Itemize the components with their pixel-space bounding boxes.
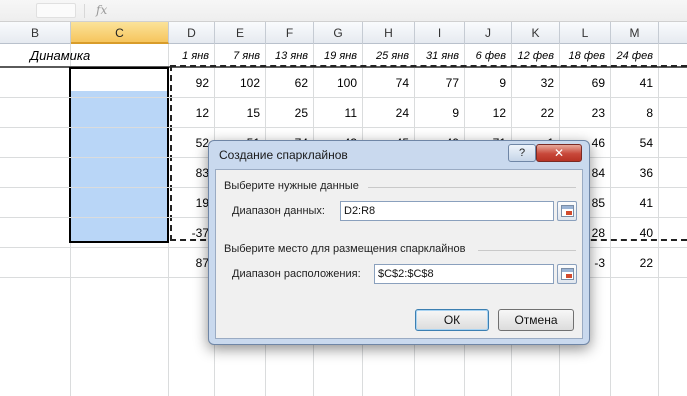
range-select-icon bbox=[561, 268, 574, 280]
column-header-g[interactable]: G bbox=[314, 22, 363, 44]
data-cell[interactable]: 41 bbox=[611, 68, 659, 98]
data-group-label: Выберите нужные данные bbox=[224, 180, 359, 192]
column-header-b[interactable]: B bbox=[0, 22, 71, 44]
formula-bar: fx bbox=[0, 0, 687, 22]
data-cell[interactable]: 92 bbox=[171, 68, 215, 98]
column-header-f[interactable]: F bbox=[266, 22, 314, 44]
range-select-icon bbox=[561, 205, 574, 217]
close-button[interactable]: ✕ bbox=[536, 144, 582, 162]
data-cell[interactable]: 23 bbox=[560, 98, 611, 128]
ok-button[interactable]: ОК bbox=[415, 309, 489, 331]
data-cell[interactable]: 12 bbox=[465, 98, 512, 128]
column-headers: B C D E F G H I J K L M bbox=[0, 22, 687, 44]
data-cell[interactable]: 9 bbox=[465, 68, 512, 98]
data-cell[interactable]: 9 bbox=[415, 98, 465, 128]
data-cell[interactable]: 8 bbox=[611, 98, 659, 128]
column-header-j[interactable]: J bbox=[465, 22, 512, 44]
data-cell[interactable]: 54 bbox=[611, 128, 659, 158]
location-range-ref-button[interactable] bbox=[557, 264, 577, 284]
location-range-input[interactable] bbox=[374, 264, 554, 284]
data-cell[interactable]: 36 bbox=[611, 158, 659, 188]
column-header-m[interactable]: M bbox=[611, 22, 659, 44]
data-range-ref-button[interactable] bbox=[557, 201, 577, 221]
data-cell[interactable]: 62 bbox=[266, 68, 314, 98]
cancel-button[interactable]: Отмена bbox=[498, 309, 574, 331]
data-cell[interactable]: 77 bbox=[415, 68, 465, 98]
location-range-label: Диапазон расположения: bbox=[232, 268, 361, 280]
column-header-h[interactable]: H bbox=[363, 22, 415, 44]
name-box[interactable] bbox=[36, 3, 76, 18]
fx-icon[interactable]: fx bbox=[96, 3, 107, 17]
table-row: 12 15 25 11 24 9 12 22 23 8 bbox=[0, 98, 687, 128]
help-button[interactable]: ? bbox=[508, 144, 536, 162]
data-cell[interactable]: 24 bbox=[363, 98, 415, 128]
column-header-e[interactable]: E bbox=[215, 22, 266, 44]
data-cell[interactable]: 100 bbox=[314, 68, 363, 98]
data-cell[interactable]: 12 bbox=[171, 98, 215, 128]
data-cell[interactable]: 15 bbox=[215, 98, 266, 128]
group-divider bbox=[478, 250, 576, 251]
create-sparklines-dialog: Создание спарклайнов ? ✕ Выберите нужные… bbox=[208, 140, 590, 345]
data-cell[interactable]: 74 bbox=[363, 68, 415, 98]
sheet-title[interactable]: Динамика bbox=[30, 44, 90, 68]
column-header-l[interactable]: L bbox=[560, 22, 611, 44]
data-cell[interactable]: 40 bbox=[611, 218, 659, 248]
column-header-c[interactable]: C bbox=[71, 22, 169, 44]
data-cell[interactable]: 102 bbox=[215, 68, 266, 98]
formula-bar-separator bbox=[84, 4, 85, 18]
dialog-title: Создание спарклайнов bbox=[219, 148, 348, 162]
group-divider bbox=[368, 187, 576, 188]
data-cell[interactable]: 25 bbox=[266, 98, 314, 128]
data-cell[interactable]: 22 bbox=[611, 248, 659, 278]
dialog-body: Выберите нужные данные Диапазон данных: … bbox=[215, 169, 583, 339]
location-group-label: Выберите место для размещения спарклайно… bbox=[224, 243, 466, 255]
data-cell[interactable]: 32 bbox=[512, 68, 560, 98]
data-range-input[interactable] bbox=[340, 201, 554, 221]
data-cell[interactable]: 22 bbox=[512, 98, 560, 128]
data-cell[interactable]: 41 bbox=[611, 188, 659, 218]
column-header-k[interactable]: K bbox=[512, 22, 560, 44]
data-cell[interactable]: 11 bbox=[314, 98, 363, 128]
column-header-d[interactable]: D bbox=[169, 22, 215, 44]
table-row: 92 102 62 100 74 77 9 32 69 41 bbox=[0, 68, 687, 98]
data-range-label: Диапазон данных: bbox=[232, 205, 325, 217]
column-header-i[interactable]: I bbox=[415, 22, 465, 44]
data-cell[interactable]: 69 bbox=[560, 68, 611, 98]
